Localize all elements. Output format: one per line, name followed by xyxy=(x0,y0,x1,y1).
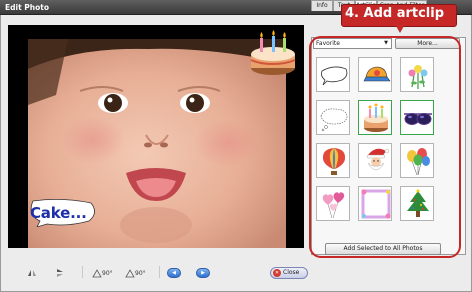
birthday-cake-artclip[interactable] xyxy=(248,30,298,78)
rotate-right-label: 90° xyxy=(135,269,146,277)
rotate-left-button[interactable]: 90° xyxy=(92,268,113,278)
close-icon: ✕ xyxy=(273,269,281,277)
window-title: Edit Photo xyxy=(5,3,49,12)
next-photo-button[interactable]: ▶ xyxy=(196,268,210,278)
previous-photo-button[interactable]: ◀ xyxy=(167,268,181,278)
speech-text[interactable]: Cake... xyxy=(30,204,87,222)
close-label: Close xyxy=(283,269,300,276)
previous-arrow-icon: ◀ xyxy=(172,270,176,276)
rotate-left-icon xyxy=(92,269,102,278)
toolbar-divider xyxy=(159,266,160,278)
rotate-right-icon xyxy=(125,269,135,278)
rotate-right-button[interactable]: 90° xyxy=(125,268,146,278)
annotation-text: 4. Add artclip xyxy=(345,6,445,21)
rotate-left-label: 90° xyxy=(102,269,113,277)
next-arrow-icon: ▶ xyxy=(201,270,205,276)
flip-vertical-button[interactable] xyxy=(55,268,65,278)
annotation-highlight xyxy=(309,36,461,258)
toolbar-divider xyxy=(82,266,83,278)
close-button[interactable]: ✕ Close xyxy=(270,267,308,279)
tab-info[interactable]: Info xyxy=(311,0,333,11)
flip-horizontal-button[interactable] xyxy=(27,268,37,278)
annotation-pointer xyxy=(396,26,404,33)
flip-horizontal-icon xyxy=(28,270,36,276)
flip-vertical-icon xyxy=(57,269,63,277)
